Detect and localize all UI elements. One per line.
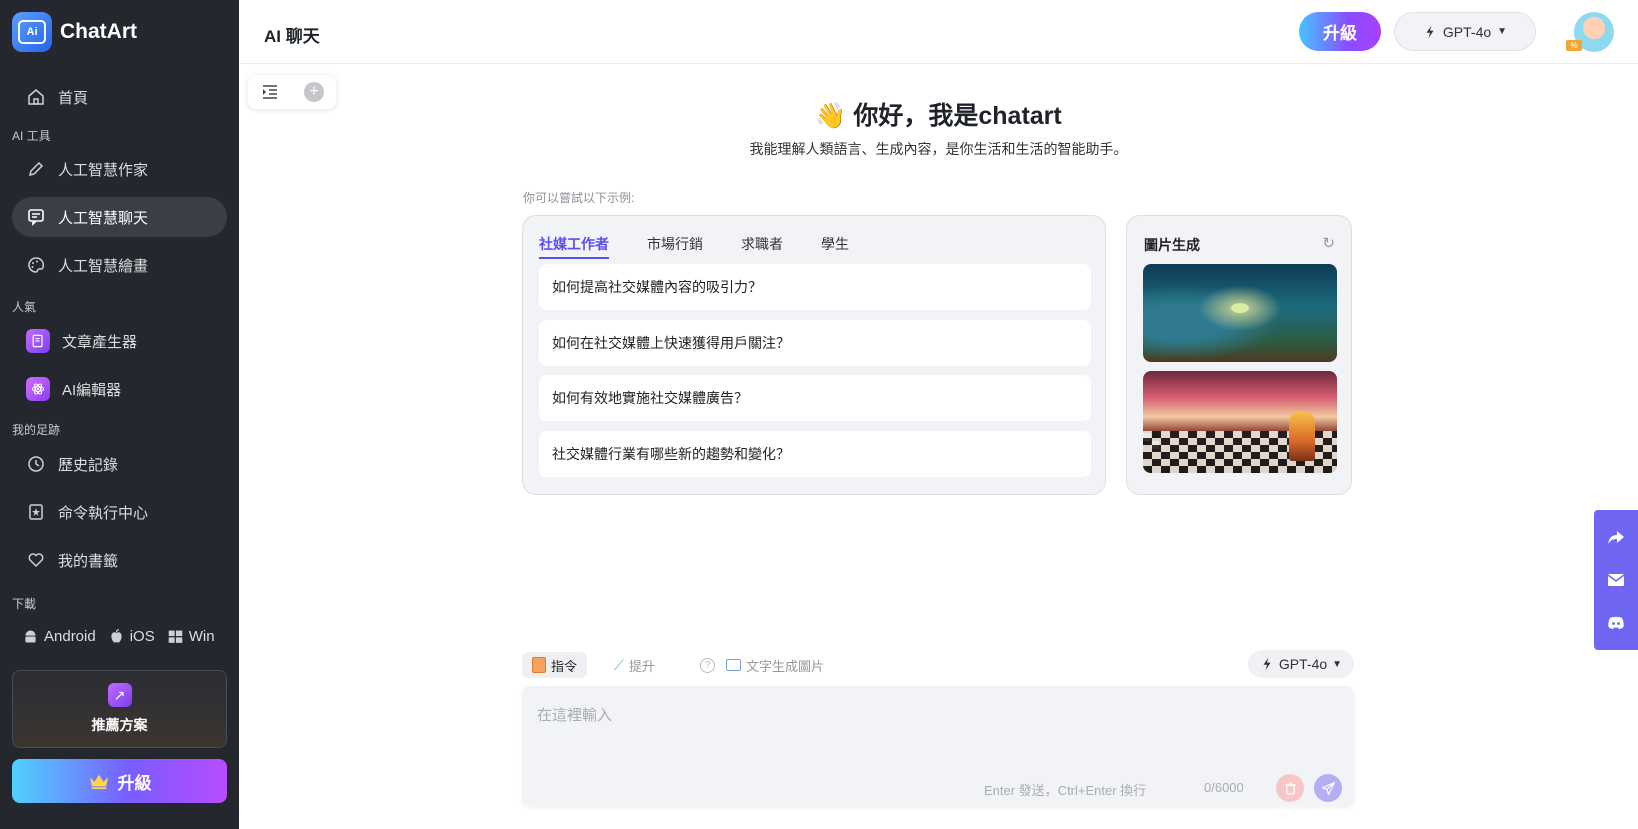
download-android[interactable]: Android [22, 628, 96, 645]
image-generation-title: 圖片生成 [1144, 237, 1200, 253]
example-prompt[interactable]: 如何有效地實施社交媒體廣告？ [539, 375, 1091, 421]
chat-icon [28, 209, 44, 226]
sidebar-item-label: 人工智慧繪畫 [58, 257, 149, 275]
trash-icon [1284, 782, 1296, 794]
mode-command-button[interactable]: 指令 [522, 652, 588, 678]
sidebar-item-chat[interactable]: 人工智慧聊天 [12, 197, 227, 237]
clear-button[interactable] [1276, 774, 1304, 802]
pencil-icon [28, 161, 44, 177]
message-input[interactable]: 在這裡輸入 Enter 發送，Ctrl+Enter 換行 0/6000 [522, 686, 1354, 806]
example-prompt[interactable]: 如何在社交媒體上快速獲得用戶關注？ [539, 320, 1091, 366]
character-counter: 0/6000 [1204, 780, 1244, 795]
sample-image-forest[interactable] [1143, 264, 1337, 362]
mail-icon[interactable] [1606, 570, 1626, 590]
section-footprint: 我的足跡 [12, 423, 61, 437]
palette-icon [28, 257, 45, 273]
history-icon [28, 456, 44, 472]
sidebar-item-history[interactable]: 歷史記錄 [12, 444, 227, 484]
command-icon [532, 657, 546, 673]
tab-student[interactable]: 學生 [821, 234, 849, 259]
spark-icon [1263, 657, 1271, 671]
sidebar-item-drawing[interactable]: 人工智慧繪畫 [12, 245, 227, 285]
magic-wand-icon: ⟋ [614, 656, 624, 673]
sidebar-item-commands[interactable]: 命令執行中心 [12, 492, 227, 532]
send-button[interactable] [1314, 774, 1342, 802]
page-title: AI 聊天 [264, 27, 320, 46]
diner-jukebox [1289, 411, 1315, 461]
command-center-icon [29, 504, 43, 520]
windows-icon [168, 630, 183, 643]
spark-icon [1426, 25, 1434, 38]
chevron-down-icon: ▼ [1497, 26, 1508, 37]
examples-card: 社媒工作者 市場行銷 求職者 學生 如何提高社交媒體內容的吸引力？ 如何在社交媒… [522, 215, 1106, 495]
download-links: Android iOS Win [22, 628, 221, 645]
mode-enhance-button[interactable]: ⟋ 提升 [604, 652, 665, 678]
tab-social-media[interactable]: 社媒工作者 [539, 234, 609, 259]
app-name: ChatArt [60, 20, 137, 43]
atom-icon [26, 377, 50, 401]
example-prompt[interactable]: 如何提高社交媒體內容的吸引力？ [539, 264, 1091, 310]
sidebar-item-editor[interactable]: AI編輯器 [12, 369, 227, 409]
logo-icon: Ai [12, 12, 52, 52]
examples-label: 你可以嘗試以下示例: [523, 191, 635, 205]
avatar[interactable]: % [1566, 12, 1614, 52]
sidebar-item-label: 文章產生器 [62, 333, 138, 351]
welcome-title: 👋 你好，我是chatart [815, 102, 1062, 130]
top-header: AI 聊天 升級 GPT-4o ▼ % [239, 0, 1638, 64]
sidebar-item-label: 命令執行中心 [58, 504, 149, 522]
sidebar-item-label: AI編輯器 [62, 381, 122, 399]
example-tabs: 社媒工作者 市場行銷 求職者 學生 [539, 234, 849, 259]
refresh-icon[interactable]: ↻ [1322, 234, 1335, 252]
sidebar-item-label: 人工智慧聊天 [58, 209, 149, 227]
share-icon[interactable] [1606, 527, 1626, 547]
android-icon [25, 630, 36, 643]
heart-icon [28, 553, 44, 568]
sidebar-upgrade-button[interactable]: 升級 [12, 759, 227, 803]
example-prompt[interactable]: 社交媒體行業有哪些新的趨勢和變化？ [539, 431, 1091, 477]
crown-icon [89, 774, 108, 790]
mode-text-to-image-button[interactable]: ? 文字生成圖片 [690, 652, 834, 678]
floating-share-bar [1594, 510, 1638, 650]
arrow-up-right-icon: ↗ [107, 683, 132, 707]
download-ios[interactable]: iOS [108, 628, 155, 645]
tab-job-seeker[interactable]: 求職者 [741, 234, 783, 259]
help-circle-icon: ? [700, 657, 715, 673]
download-win[interactable]: Win [167, 628, 215, 645]
image-generation-card: 圖片生成 ↻ [1126, 215, 1352, 495]
section-download: 下載 [12, 597, 37, 611]
apple-icon [111, 629, 122, 643]
plan-card-label: 推薦方案 [91, 717, 148, 733]
sidebar-item-article[interactable]: 文章產生器 [12, 321, 227, 361]
keyboard-hint: Enter 發送，Ctrl+Enter 換行 [984, 783, 1147, 798]
avatar-discount-tag: % [1566, 40, 1582, 51]
sidebar-item-bookmarks[interactable]: 我的書籤 [12, 540, 227, 580]
app-logo[interactable]: Ai ChatArt [12, 12, 137, 52]
sidebar-item-label: 歷史記錄 [58, 456, 119, 474]
sidebar-item-label: 人工智慧作家 [58, 161, 149, 179]
wave-icon: 👋 [815, 102, 847, 130]
model-selector[interactable]: GPT-4o ▼ [1394, 12, 1536, 51]
discord-icon[interactable] [1606, 613, 1626, 633]
section-popular: 人氣 [12, 300, 37, 314]
tab-marketing[interactable]: 市場行銷 [647, 234, 703, 259]
document-icon [26, 329, 50, 353]
image-icon [726, 659, 741, 671]
recommended-plan-card[interactable]: ↗ 推薦方案 [12, 670, 227, 748]
send-icon [1321, 781, 1335, 795]
message-placeholder: 在這裡輸入 [537, 707, 613, 724]
header-upgrade-button[interactable]: 升級 [1299, 12, 1381, 51]
sidebar-item-label: 我的書籤 [58, 552, 119, 570]
chevron-down-icon: ▼ [1332, 658, 1343, 670]
welcome-subtitle: 我能理解人類語言、生成內容，是你生活和生活的智能助手。 [749, 141, 1128, 157]
composer-model-selector[interactable]: GPT-4o ▼ [1248, 650, 1354, 678]
sample-image-diner[interactable] [1143, 371, 1337, 473]
